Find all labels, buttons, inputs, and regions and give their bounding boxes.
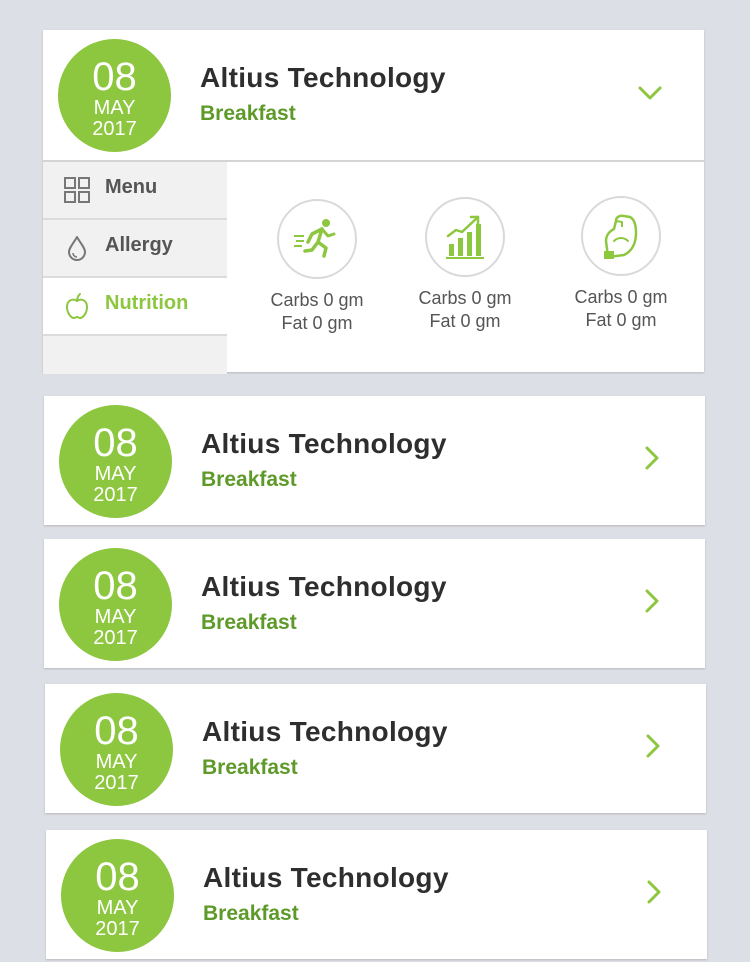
- chevron-right-icon[interactable]: [639, 445, 665, 471]
- date-year: 2017: [93, 627, 138, 649]
- tab-nutrition[interactable]: Nutrition: [43, 278, 227, 336]
- card-title: Altius Technology: [201, 571, 447, 602]
- date-day: 08: [94, 709, 139, 753]
- chevron-right-icon[interactable]: [641, 879, 667, 905]
- card-subtitle: Breakfast: [202, 756, 298, 779]
- date-day: 08: [93, 564, 138, 608]
- tab-allergy-label: Allergy: [105, 234, 173, 256]
- stat-fat: Fat 0 gm: [585, 310, 657, 330]
- growth-chart-icon: [425, 197, 505, 277]
- stat-item: Carbs 0 gm Fat 0 gm: [551, 196, 691, 332]
- chevron-right-icon[interactable]: [640, 733, 666, 759]
- grid-icon: [64, 177, 90, 203]
- date-month: MAY: [94, 606, 137, 628]
- date-month: MAY: [96, 897, 139, 919]
- date-badge: 08 MAY 2017: [58, 39, 171, 152]
- stat-item: Carbs 0 gm Fat 0 gm: [395, 197, 535, 333]
- date-day: 08: [93, 421, 138, 465]
- date-year: 2017: [95, 918, 140, 940]
- date-year: 2017: [94, 772, 139, 794]
- date-month: MAY: [95, 751, 138, 773]
- card-title: Altius Technology: [202, 716, 448, 747]
- date-month: MAY: [93, 97, 136, 119]
- detail-tabs: Menu Allergy Nutrition: [43, 162, 227, 374]
- stat-carbs: Carbs 0 gm: [270, 290, 364, 310]
- chevron-down-icon[interactable]: [637, 80, 663, 106]
- date-badge: 08 MAY 2017: [61, 839, 174, 952]
- card-title: Altius Technology: [203, 862, 449, 893]
- card-title: Altius Technology: [201, 428, 447, 459]
- apple-icon: [66, 293, 88, 319]
- date-year: 2017: [93, 484, 138, 506]
- stat-fat: Fat 0 gm: [281, 313, 353, 333]
- flexed-arm-icon: [581, 196, 661, 276]
- card-title: Altius Technology: [200, 62, 446, 93]
- stat-fat: Fat 0 gm: [429, 311, 501, 331]
- tab-menu[interactable]: Menu: [43, 162, 227, 220]
- card-subtitle: Breakfast: [200, 102, 296, 125]
- meal-card[interactable]: 08 MAY 2017 Altius Technology Breakfast: [45, 684, 706, 813]
- stat-carbs: Carbs 0 gm: [418, 288, 512, 308]
- date-day: 08: [95, 855, 140, 899]
- meal-card[interactable]: 08 MAY 2017 Altius Technology Breakfast: [46, 830, 707, 959]
- tab-nutrition-label: Nutrition: [105, 292, 189, 314]
- stat-carbs: Carbs 0 gm: [574, 287, 668, 307]
- meal-card[interactable]: 08 MAY 2017 Altius Technology Breakfast: [44, 396, 705, 525]
- tab-allergy[interactable]: Allergy: [43, 220, 227, 278]
- card-subtitle: Breakfast: [201, 611, 297, 634]
- date-badge: 08 MAY 2017: [59, 548, 172, 661]
- meal-card[interactable]: 08 MAY 2017 Altius Technology Breakfast: [44, 539, 705, 668]
- tab-menu-label: Menu: [105, 176, 158, 198]
- date-badge: 08 MAY 2017: [59, 405, 172, 518]
- meal-card-expanded[interactable]: 08 MAY 2017 Altius Technology Breakfast …: [43, 30, 704, 374]
- date-month: MAY: [94, 463, 137, 485]
- card-details: Menu Allergy Nutrition Carbs 0 gm Fat 0 …: [43, 160, 704, 374]
- date-day: 08: [92, 55, 137, 99]
- card-subtitle: Breakfast: [203, 902, 299, 925]
- running-man-icon: [277, 199, 357, 279]
- stat-item: Carbs 0 gm Fat 0 gm: [247, 199, 387, 335]
- card-subtitle: Breakfast: [201, 468, 297, 491]
- date-year: 2017: [92, 118, 137, 140]
- chevron-right-icon[interactable]: [639, 588, 665, 614]
- date-badge: 08 MAY 2017: [60, 693, 173, 806]
- drop-icon: [68, 236, 86, 261]
